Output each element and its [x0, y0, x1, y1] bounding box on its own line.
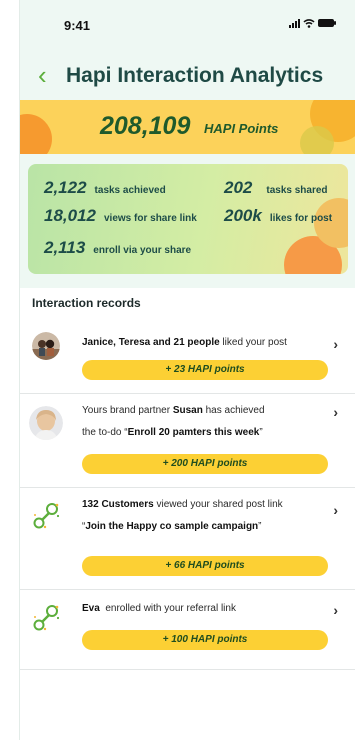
- points-banner: 208,109 HAPI Points: [20, 100, 355, 154]
- enrollee-name: Eva: [82, 603, 100, 614]
- record-prefix: Yours brand partner: [82, 405, 173, 416]
- stat-label: enroll via your share: [93, 245, 192, 256]
- quote-open: the to-do “: [82, 427, 128, 438]
- reward-pill[interactable]: + 100 HAPI points: [82, 630, 328, 650]
- share-link-icon: [32, 604, 60, 632]
- stat-label: tasks achieved: [94, 185, 166, 196]
- status-bar: 9:41: [20, 12, 355, 36]
- record-action: has achieved: [202, 405, 265, 416]
- stat-views: 18,012 views for share link: [44, 206, 197, 226]
- status-icons: [289, 18, 336, 28]
- record-item[interactable]: Janice, Teresa and 21 people liked your …: [20, 322, 355, 394]
- record-text: 132 Customers viewed your shared post li…: [82, 494, 314, 538]
- decor-blob: [300, 126, 334, 154]
- campaign-name: Join the Happy co sample campaign: [85, 521, 259, 532]
- stat-label: views for share link: [104, 213, 197, 224]
- stat-label: likes for post: [269, 213, 333, 224]
- stat-tasks-shared: 202 tasks shared: [224, 178, 328, 198]
- chevron-left-icon[interactable]: ‹: [38, 60, 47, 90]
- stat-value: 2,113: [44, 238, 86, 257]
- phone-screen: 9:41 ‹ Hapi Interaction Analytics 208,10…: [19, 0, 355, 740]
- quote-close: ”: [258, 521, 262, 532]
- decor-blob: [20, 114, 52, 154]
- stat-value: 18,012: [44, 206, 96, 225]
- record-action: liked your post: [219, 337, 287, 348]
- chevron-right-icon[interactable]: ›: [333, 404, 338, 420]
- stat-label: tasks shared: [266, 185, 328, 196]
- task-name: Enroll 20 pamters this week: [127, 427, 260, 438]
- reward-pill[interactable]: + 200 HAPI points: [82, 454, 328, 474]
- reward-pill[interactable]: + 66 HAPI points: [82, 556, 328, 576]
- points-unit: HAPI Points: [204, 121, 279, 136]
- chevron-right-icon[interactable]: ›: [333, 502, 338, 518]
- section-title: Interaction records: [32, 296, 141, 310]
- record-item[interactable]: Yours brand partner Susan has achieved t…: [20, 394, 355, 488]
- chevron-right-icon[interactable]: ›: [333, 602, 338, 618]
- stats-card: 2,122 tasks achieved 202 tasks shared 18…: [28, 164, 348, 274]
- partner-name: Susan: [172, 405, 203, 416]
- record-text: Janice, Teresa and 21 people liked your …: [82, 332, 314, 354]
- page-title: Hapi Interaction Analytics: [66, 64, 324, 87]
- stat-enroll: 2,113 enroll via your share: [44, 238, 191, 258]
- stat-value: 202: [224, 178, 253, 197]
- customer-count: 132 Customers: [82, 499, 154, 510]
- reward-pill[interactable]: + 23 HAPI points: [82, 360, 328, 380]
- share-link-icon: [32, 502, 60, 530]
- quote-close: ”: [259, 427, 263, 438]
- page-header: ‹ Hapi Interaction Analytics: [20, 60, 355, 92]
- points-total: 208,109: [100, 112, 191, 140]
- record-action: enrolled with your referral link: [99, 603, 236, 614]
- record-text: Eva enrolled with your referral link: [82, 598, 314, 620]
- avatar: [32, 332, 60, 360]
- wifi-icon: [303, 18, 315, 28]
- record-text: Yours brand partner Susan has achieved t…: [82, 400, 314, 444]
- record-names: Janice, Teresa and 21 people: [82, 337, 220, 348]
- battery-icon: [318, 19, 336, 27]
- avatar: [29, 406, 63, 440]
- chevron-right-icon[interactable]: ›: [333, 336, 338, 352]
- stat-tasks-achieved: 2,122 tasks achieved: [44, 178, 166, 198]
- record-item[interactable]: 132 Customers viewed your shared post li…: [20, 488, 355, 590]
- record-item[interactable]: Eva enrolled with your referral link › +…: [20, 590, 355, 670]
- signal-icon: [289, 18, 300, 28]
- stat-likes: 200k likes for post: [224, 206, 332, 226]
- stat-value: 200k: [224, 206, 262, 225]
- status-time: 9:41: [64, 18, 91, 33]
- stat-value: 2,122: [44, 178, 87, 197]
- record-action: viewed your shared post link: [153, 499, 283, 510]
